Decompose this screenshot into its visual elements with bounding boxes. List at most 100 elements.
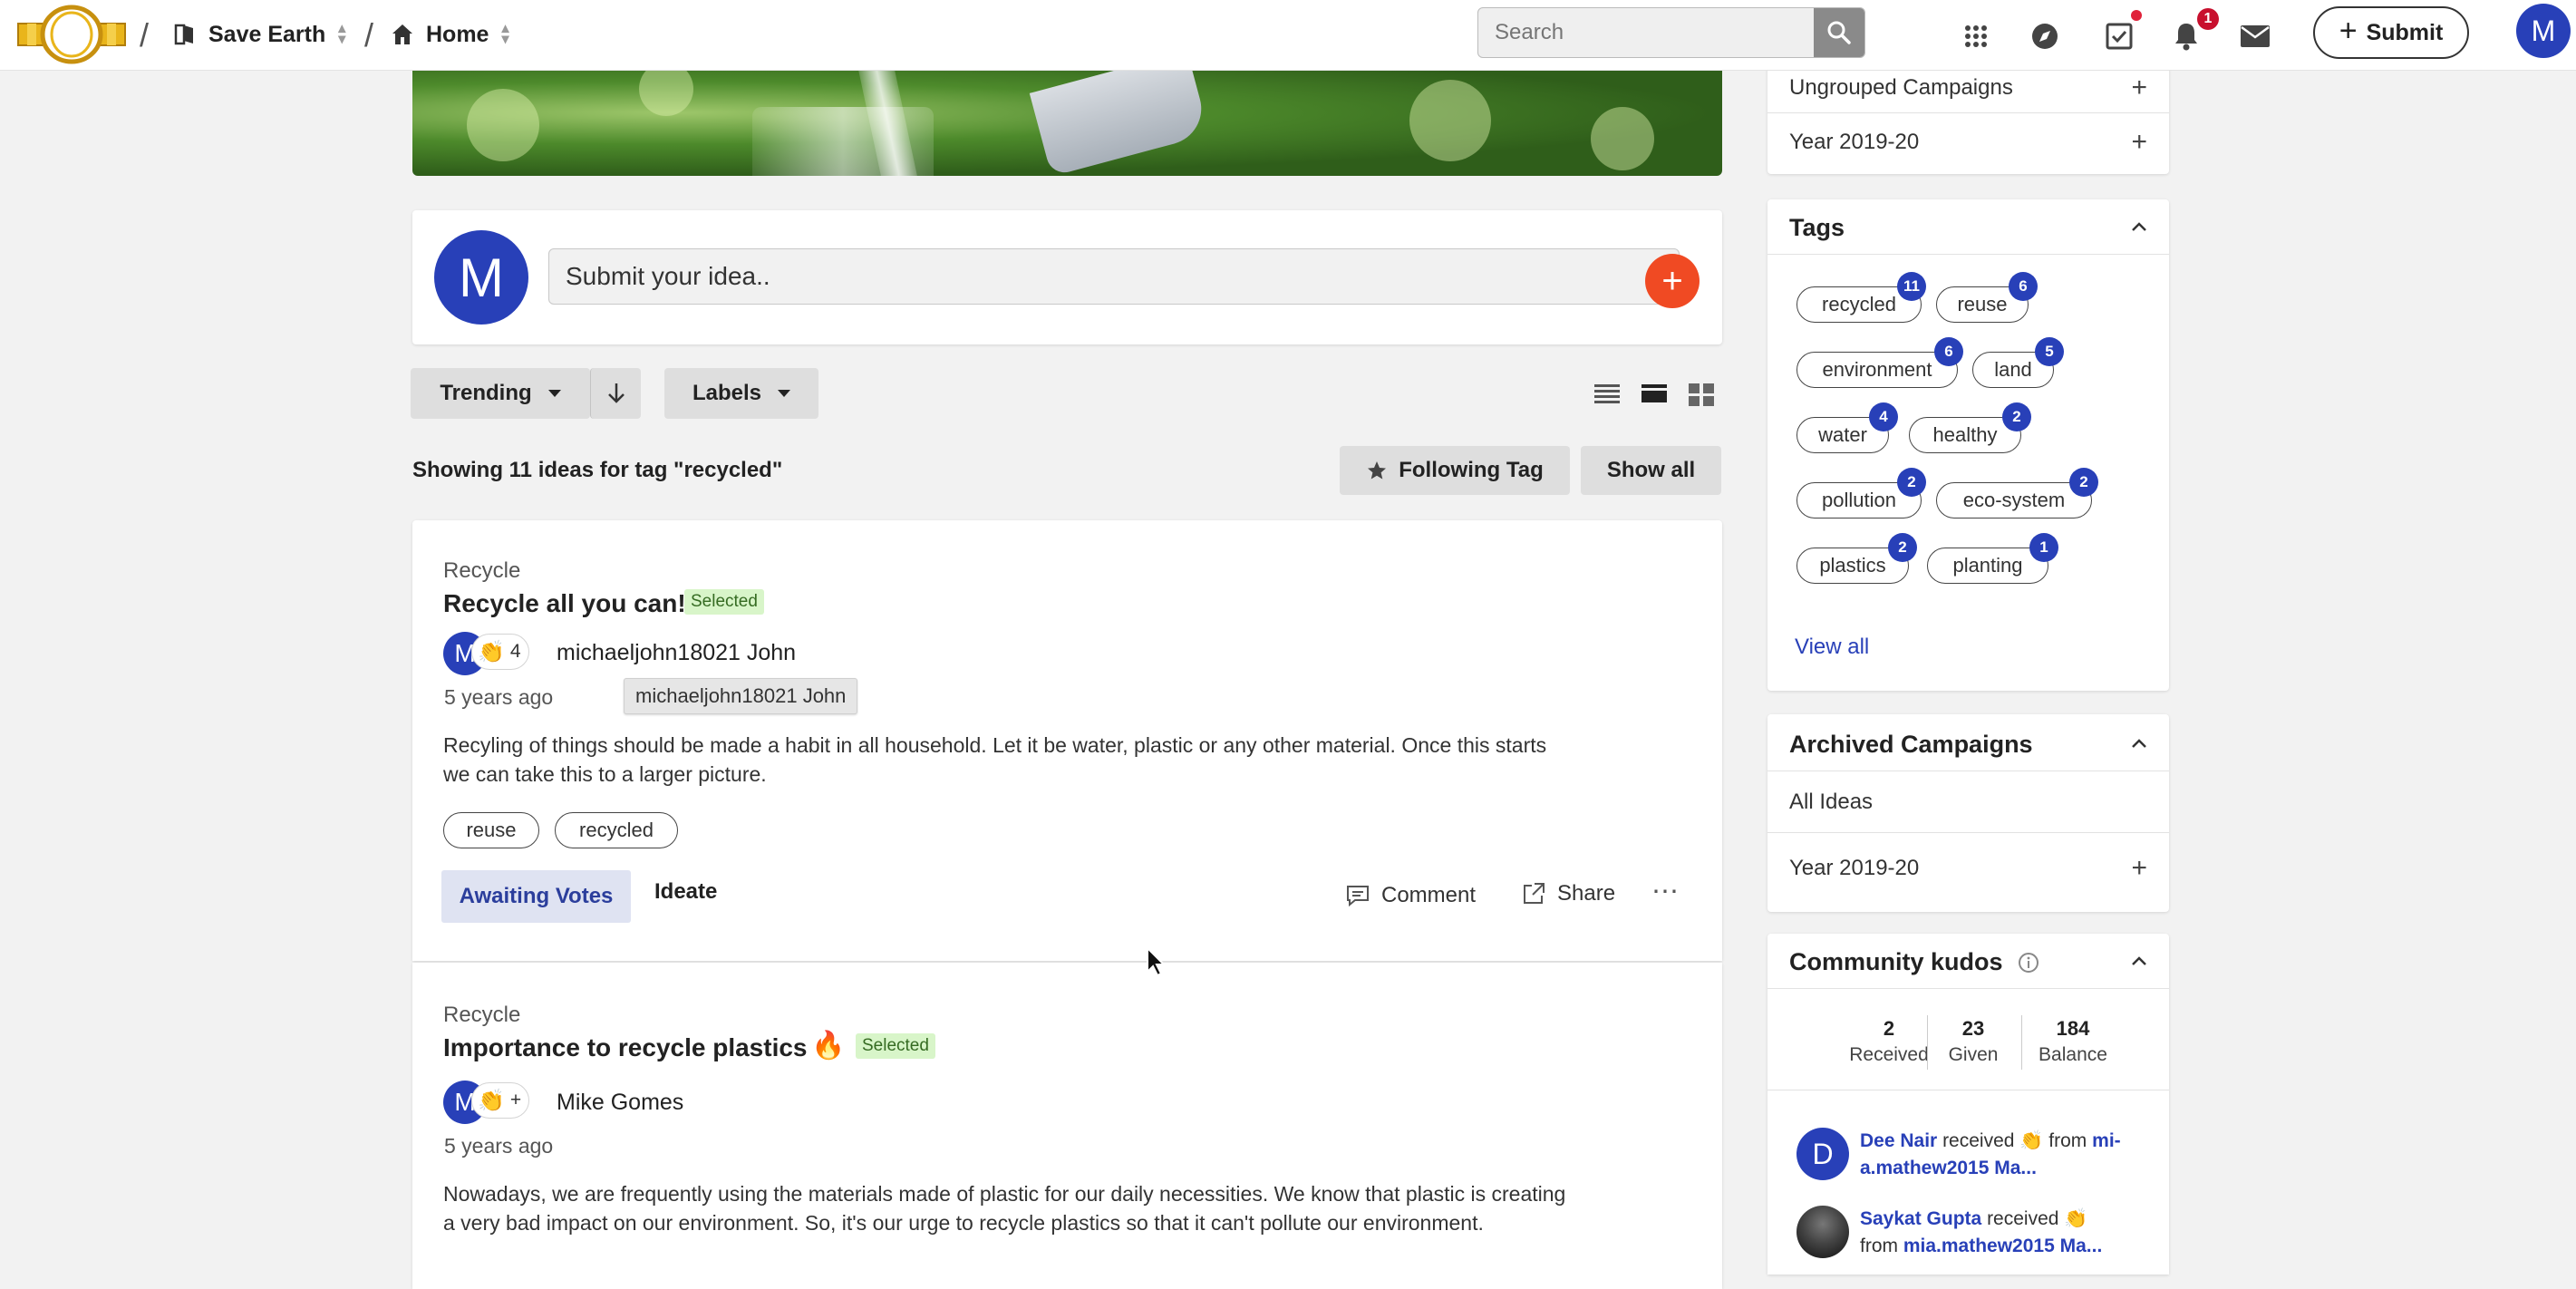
envelope-icon — [2241, 25, 2270, 47]
following-tag-label: Following Tag — [1399, 458, 1544, 482]
clap-reaction-button[interactable]: 👏 + — [471, 1082, 530, 1119]
campaign-group-label: Year 2019-20 — [1789, 130, 1920, 154]
share-button[interactable]: Share — [1521, 881, 1615, 906]
author-name[interactable]: michaeljohn18021 John — [557, 640, 796, 666]
idea-author-avatar: M — [434, 230, 528, 325]
explore-button[interactable] — [2027, 18, 2063, 54]
selected-badge: Selected — [856, 1033, 935, 1059]
tag-count-badge: 6 — [2009, 272, 2038, 301]
more-options-icon[interactable]: ⋯ — [1651, 876, 1679, 907]
kudos-balance-count: 184 — [2056, 1017, 2090, 1040]
messages-button[interactable] — [2237, 18, 2273, 54]
labels-dropdown[interactable]: Labels — [664, 368, 818, 419]
submit-button[interactable]: + Submit — [2313, 6, 2469, 59]
comment-icon — [1347, 886, 1369, 907]
post-time: 5 years ago — [444, 1134, 554, 1158]
idea-tag[interactable]: recycled — [555, 812, 678, 848]
following-tag-button[interactable]: Following Tag — [1340, 446, 1570, 495]
clap-reaction-button[interactable]: 👏 4 — [471, 634, 529, 670]
plus-icon: + — [2339, 13, 2358, 48]
submit-idea-input[interactable]: Submit your idea.. — [548, 248, 1680, 305]
user-avatar[interactable]: M — [2516, 4, 2571, 58]
community-kudos-panel: Community kudos 2 Received 23 Given 184 … — [1767, 934, 2169, 1274]
tag-count-badge: 11 — [1897, 272, 1926, 301]
expand-plus-icon[interactable]: + — [2131, 853, 2147, 884]
idea-category[interactable]: Recycle — [443, 558, 520, 584]
apps-grid-icon — [1965, 25, 1987, 47]
kudos-user-photo[interactable] — [1796, 1206, 1849, 1258]
comment-label: Comment — [1381, 883, 1477, 907]
kudos-sender-link[interactable]: mia.mathew2015 Ma... — [1903, 1236, 2102, 1256]
switch-campaign-icon[interactable]: ▴ ▾ — [338, 22, 345, 47]
tag-count-badge: 2 — [1888, 533, 1917, 562]
campaign-group-row[interactable]: Ungrouped Campaigns + — [1767, 65, 2169, 111]
kudos-given-label: Given — [1948, 1044, 1999, 1065]
kudos-feed-item: Saykat Gupta received 👏 from mia.mathew2… — [1860, 1208, 2103, 1256]
sidebar-tag[interactable]: environment — [1796, 352, 1958, 388]
idea-card[interactable] — [412, 963, 1722, 1289]
share-label: Share — [1557, 881, 1616, 906]
idea-body-line: we can take this to a larger picture. — [443, 762, 767, 786]
chevron-up-icon[interactable] — [2131, 219, 2147, 236]
kudos-recipient-link[interactable]: Saykat Gupta — [1860, 1208, 1981, 1229]
idea-body-line: a very bad impact on our environment. So… — [443, 1211, 1484, 1235]
sort-dropdown[interactable]: Trending — [411, 368, 590, 419]
stage-status-button[interactable]: Awaiting Votes — [441, 870, 631, 923]
kudos-sender-link[interactable]: a.mathew2015 Ma... — [1860, 1158, 2037, 1178]
archived-campaign-row[interactable]: Year 2019-20 + — [1767, 836, 2169, 901]
brand-logo[interactable] — [16, 4, 127, 65]
view-all-tags-link[interactable]: View all — [1795, 635, 1869, 660]
grid-view-icon[interactable] — [1688, 381, 1715, 408]
sort-dropdown-label: Trending — [440, 381, 532, 405]
kudos-user-avatar[interactable]: D — [1796, 1128, 1849, 1180]
kudos-recipient-link[interactable]: Dee Nair — [1860, 1130, 1937, 1151]
archived-campaign-row[interactable]: All Ideas — [1767, 774, 2169, 830]
breadcrumb-separator: / — [364, 16, 374, 53]
labels-dropdown-label: Labels — [692, 381, 762, 405]
next-stage-label[interactable]: Ideate — [654, 879, 717, 905]
sort-direction-button[interactable] — [590, 368, 641, 419]
breadcrumb-campaign[interactable]: Save Earth ▴ ▾ — [172, 18, 345, 51]
search-input[interactable] — [1478, 8, 1805, 57]
idea-tag[interactable]: reuse — [443, 812, 539, 848]
switch-page-icon[interactable]: ▴ ▾ — [501, 22, 508, 47]
sidebar-tag[interactable]: eco-system — [1936, 482, 2092, 519]
author-name[interactable]: Mike Gomes — [557, 1090, 683, 1116]
apps-grid-button[interactable] — [1958, 18, 1994, 54]
list-view-icon[interactable] — [1593, 381, 1621, 408]
info-icon[interactable] — [2018, 952, 2039, 974]
mouse-cursor-icon — [1147, 946, 1166, 977]
kudos-received-count: 2 — [1883, 1017, 1895, 1040]
clapping-hands-icon: 👏 — [478, 639, 505, 664]
idea-body-line: Nowadays, we are frequently using the ma… — [443, 1182, 1566, 1206]
clap-count: 4 — [509, 641, 521, 662]
comment-button[interactable]: Comment — [1345, 883, 1476, 908]
home-icon — [390, 22, 415, 47]
kudos-sender-link[interactable]: mi- — [2092, 1130, 2121, 1151]
chevron-up-icon[interactable] — [2131, 736, 2147, 752]
tag-count-badge: 4 — [1869, 402, 1898, 431]
idea-title[interactable]: Importance to recycle plastics — [443, 1033, 808, 1062]
add-idea-button[interactable]: + — [1645, 254, 1700, 308]
show-all-button[interactable]: Show all — [1581, 446, 1721, 495]
card-view-icon[interactable] — [1641, 381, 1668, 408]
kudos-balance-label: Balance — [2039, 1044, 2107, 1065]
star-icon — [1368, 461, 1387, 480]
idea-title[interactable]: Recycle all you can! — [443, 589, 686, 618]
breadcrumb-home[interactable]: Home ▴ ▾ — [390, 18, 509, 51]
clapping-hands-icon: 👏 — [2064, 1208, 2088, 1229]
tag-count-badge: 1 — [2029, 533, 2058, 562]
kudos-feed-item: Dee Nair received 👏 from mi- a.mathew201… — [1860, 1130, 2121, 1178]
campaign-group-row[interactable]: Year 2019-20 + — [1767, 120, 2169, 165]
idea-category[interactable]: Recycle — [443, 1003, 520, 1028]
expand-plus-icon[interactable]: + — [2131, 127, 2147, 158]
search-button[interactable] — [1814, 8, 1864, 57]
chevron-up-icon[interactable] — [2131, 954, 2147, 970]
tags-panel-title: Tags — [1789, 214, 1845, 241]
expand-plus-icon[interactable]: + — [2131, 73, 2147, 103]
submit-button-label: Submit — [2366, 19, 2444, 45]
clapping-hands-icon: 👏 — [478, 1088, 505, 1113]
tasks-button[interactable] — [2101, 18, 2137, 54]
tasks-indicator-dot — [2131, 10, 2142, 21]
archived-campaign-label: All Ideas — [1789, 790, 1874, 814]
